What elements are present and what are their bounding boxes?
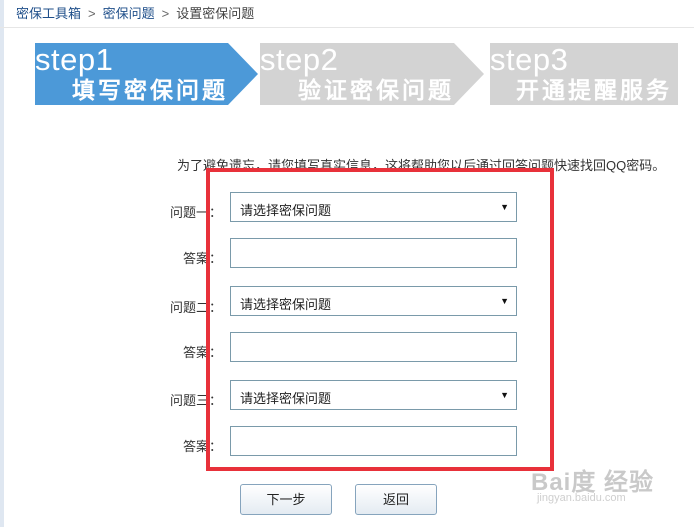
step-1-word: step1 [35,42,114,77]
breadcrumb-item-security-question[interactable]: 密保问题 [103,6,155,21]
highlight-box [206,168,554,471]
breadcrumb-divider [0,27,694,28]
step-1-title: 填写密保问题 [72,77,228,103]
baidu-jingyan-watermark: Bai度 经验 jingyan.baidu.com [531,462,654,504]
step-1-indicator: step1 填写密保问题 [35,43,258,105]
step-3-title: 开通提醒服务 [516,77,672,103]
step-2-word: step2 [260,42,339,77]
breadcrumb: 密保工具箱 > 密保问题 > 设置密保问题 [16,3,254,22]
step-2-indicator: step2 验证密保问题 [260,43,484,105]
step-3-word: step3 [490,42,569,77]
breadcrumb-item-toolbox[interactable]: 密保工具箱 [16,6,81,21]
breadcrumb-separator: > [161,6,170,21]
left-border [0,0,4,527]
breadcrumb-item-current: 设置密保问题 [176,6,255,21]
step-3-indicator: step3 开通提醒服务 [490,43,678,105]
step-2-title: 验证密保问题 [298,77,454,103]
back-button[interactable]: 返回 [355,484,437,515]
watermark-url: jingyan.baidu.com [536,492,626,504]
breadcrumb-separator: > [88,6,96,21]
next-step-button[interactable]: 下一步 [240,484,332,515]
